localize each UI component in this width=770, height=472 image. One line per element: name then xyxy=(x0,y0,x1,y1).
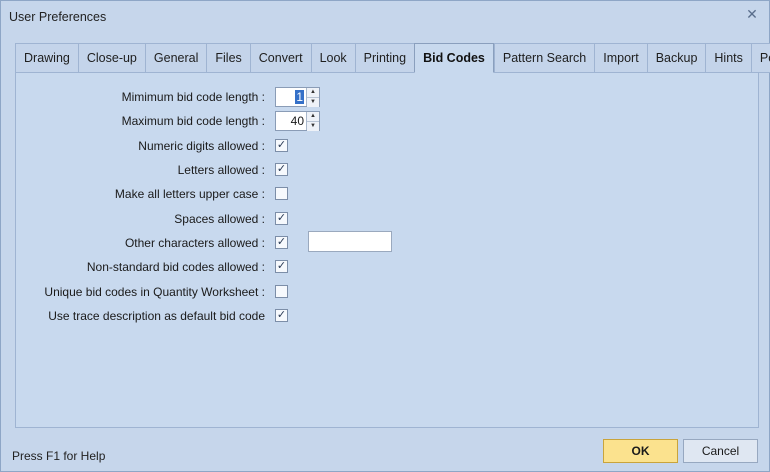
spin-up-icon[interactable]: ▲ xyxy=(307,112,319,121)
spin-up-icon[interactable]: ▲ xyxy=(307,88,319,97)
max-length-label: Maximum bid code length : xyxy=(121,114,265,128)
other-chars-label: Other characters allowed : xyxy=(124,236,265,250)
min-length-row: Mimimum bid code length : 1 ▲ ▼ xyxy=(16,87,416,107)
bid-codes-panel: Mimimum bid code length : 1 ▲ ▼ Maximum … xyxy=(15,72,759,428)
dialog-title: User Preferences xyxy=(9,10,107,24)
tab-import[interactable]: Import xyxy=(594,43,647,73)
tab-bid-codes[interactable]: Bid Codes xyxy=(414,43,494,73)
tab-backup[interactable]: Backup xyxy=(646,43,706,73)
max-length-value[interactable]: 40 xyxy=(276,112,306,130)
help-hint: Press F1 for Help xyxy=(12,449,106,463)
min-length-label: Mimimum bid code length : xyxy=(121,90,265,104)
cancel-button[interactable]: Cancel xyxy=(683,439,758,463)
spin-down-icon[interactable]: ▼ xyxy=(307,121,319,131)
min-length-spinner[interactable]: 1 ▲ ▼ xyxy=(275,87,320,107)
tab-files[interactable]: Files xyxy=(206,43,250,73)
tab-points[interactable]: Points xyxy=(750,43,770,73)
close-icon[interactable]: ✕ xyxy=(745,7,759,21)
other-chars-input[interactable] xyxy=(308,231,392,252)
tab-look[interactable]: Look xyxy=(310,43,355,73)
spaces-checkbox[interactable]: ✓ xyxy=(275,212,288,225)
numeric-label: Numeric digits allowed : xyxy=(138,139,265,153)
trace-row: Use trace description as default bid cod… xyxy=(16,306,416,326)
tab-drawing[interactable]: Drawing xyxy=(15,43,78,73)
unique-row: Unique bid codes in Quantity Worksheet : xyxy=(16,282,416,302)
tab-strip: Drawing Close-up General Files Convert L… xyxy=(15,43,770,73)
trace-label: Use trace description as default bid cod… xyxy=(48,309,265,323)
other-chars-checkbox[interactable]: ✓ xyxy=(275,236,288,249)
letters-label: Letters allowed : xyxy=(177,163,265,177)
tab-pattern-search[interactable]: Pattern Search xyxy=(493,43,595,73)
tab-close-up[interactable]: Close-up xyxy=(77,43,145,73)
spaces-row: Spaces allowed : ✓ xyxy=(16,209,416,229)
other-chars-row: Other characters allowed : ✓ xyxy=(16,231,416,253)
tab-hints[interactable]: Hints xyxy=(705,43,751,73)
unique-label: Unique bid codes in Quantity Worksheet : xyxy=(44,285,265,299)
ok-button[interactable]: OK xyxy=(603,439,678,463)
numeric-row: Numeric digits allowed : ✓ xyxy=(16,136,416,156)
letters-row: Letters allowed : ✓ xyxy=(16,160,416,180)
user-preferences-dialog: User Preferences ✕ Drawing Close-up Gene… xyxy=(0,0,770,472)
non-standard-row: Non-standard bid codes allowed : ✓ xyxy=(16,257,416,277)
tab-general[interactable]: General xyxy=(144,43,207,73)
spaces-label: Spaces allowed : xyxy=(174,212,265,226)
non-standard-label: Non-standard bid codes allowed : xyxy=(86,260,265,274)
trace-checkbox[interactable]: ✓ xyxy=(275,309,288,322)
tab-printing[interactable]: Printing xyxy=(354,43,415,73)
max-length-row: Maximum bid code length : 40 ▲ ▼ xyxy=(16,111,416,131)
unique-checkbox[interactable] xyxy=(275,285,288,298)
upper-case-row: Make all letters upper case : xyxy=(16,184,416,204)
tab-convert[interactable]: Convert xyxy=(249,43,311,73)
numeric-checkbox[interactable]: ✓ xyxy=(275,139,288,152)
letters-checkbox[interactable]: ✓ xyxy=(275,163,288,176)
upper-case-checkbox[interactable] xyxy=(275,187,288,200)
non-standard-checkbox[interactable]: ✓ xyxy=(275,260,288,273)
max-length-spinner[interactable]: 40 ▲ ▼ xyxy=(275,111,320,131)
min-length-value[interactable]: 1 xyxy=(276,88,306,106)
upper-case-label: Make all letters upper case : xyxy=(114,187,265,201)
spin-down-icon[interactable]: ▼ xyxy=(307,97,319,107)
